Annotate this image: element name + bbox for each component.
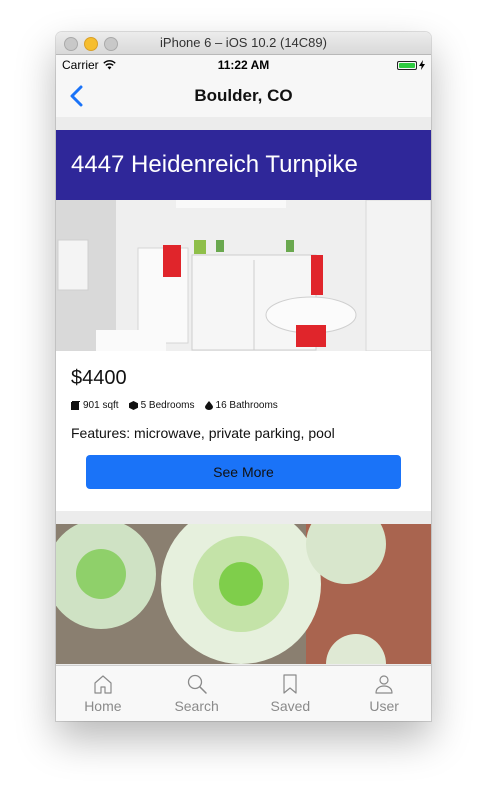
battery-icon [397, 60, 417, 70]
charging-icon [419, 60, 425, 70]
tab-search[interactable]: Search [150, 666, 244, 721]
close-window-button[interactable] [64, 37, 78, 51]
sqft-value: 901 sqft [83, 400, 119, 411]
carrier-label: Carrier [62, 58, 99, 72]
tab-user[interactable]: User [337, 666, 431, 721]
user-icon [375, 675, 393, 694]
minimize-window-button[interactable] [84, 37, 98, 51]
listing-price: $4400 [71, 367, 127, 389]
listing-photo [56, 524, 431, 664]
home-icon [94, 675, 112, 694]
tab-label: Search [174, 698, 219, 714]
window-titlebar: iPhone 6 – iOS 10.2 (14C89) [56, 32, 431, 55]
bathroom-photo-drawing [56, 200, 431, 351]
bathrooms-value: 16 Bathrooms [215, 400, 278, 411]
flowers-photo-drawing [56, 524, 431, 664]
bathrooms-spec: 16 Bathrooms [204, 400, 278, 411]
sqft-spec: 901 sqft [71, 400, 119, 411]
listing-photo [56, 200, 431, 351]
wifi-icon [102, 60, 116, 70]
zoom-window-button[interactable] [104, 37, 118, 51]
chevron-left-icon[interactable] [68, 85, 88, 107]
listings-scroll-view[interactable]: 4447 Heidenreich Turnpike $4400 901 sqft… [56, 117, 431, 666]
listing-features: Features: microwave, private parking, po… [71, 425, 335, 441]
listing-header: 4447 Heidenreich Turnpike [56, 130, 431, 200]
bedrooms-value: 5 Bedrooms [140, 400, 195, 411]
listing-specs: 901 sqft 5 Bedrooms 16 Bathrooms [56, 390, 431, 411]
search-icon [187, 674, 207, 694]
tab-bar: Home Search Saved User [56, 665, 431, 721]
status-bar: Carrier 11:22 AM [56, 55, 431, 75]
see-more-button[interactable]: See More [86, 455, 401, 489]
bookmark-icon [283, 674, 297, 694]
bedrooms-spec: 5 Bedrooms [128, 400, 195, 411]
area-icon [71, 401, 80, 410]
navigation-bar: Boulder, CO [56, 75, 431, 118]
listing-card: 4447 Heidenreich Turnpike $4400 901 sqft… [56, 130, 431, 511]
page-title: Boulder, CO [194, 86, 293, 105]
tab-label: Saved [270, 698, 311, 714]
listing-address: 4447 Heidenreich Turnpike [71, 151, 358, 178]
tab-home[interactable]: Home [56, 666, 150, 721]
cube-icon [128, 401, 138, 410]
window-title: iPhone 6 – iOS 10.2 (14C89) [160, 35, 327, 50]
tab-label: User [369, 698, 399, 714]
tab-label: Home [84, 698, 122, 714]
tab-saved[interactable]: Saved [244, 666, 338, 721]
droplet-icon [204, 401, 213, 410]
simulator-window: iPhone 6 – iOS 10.2 (14C89) Carrier 11:2… [56, 32, 431, 721]
